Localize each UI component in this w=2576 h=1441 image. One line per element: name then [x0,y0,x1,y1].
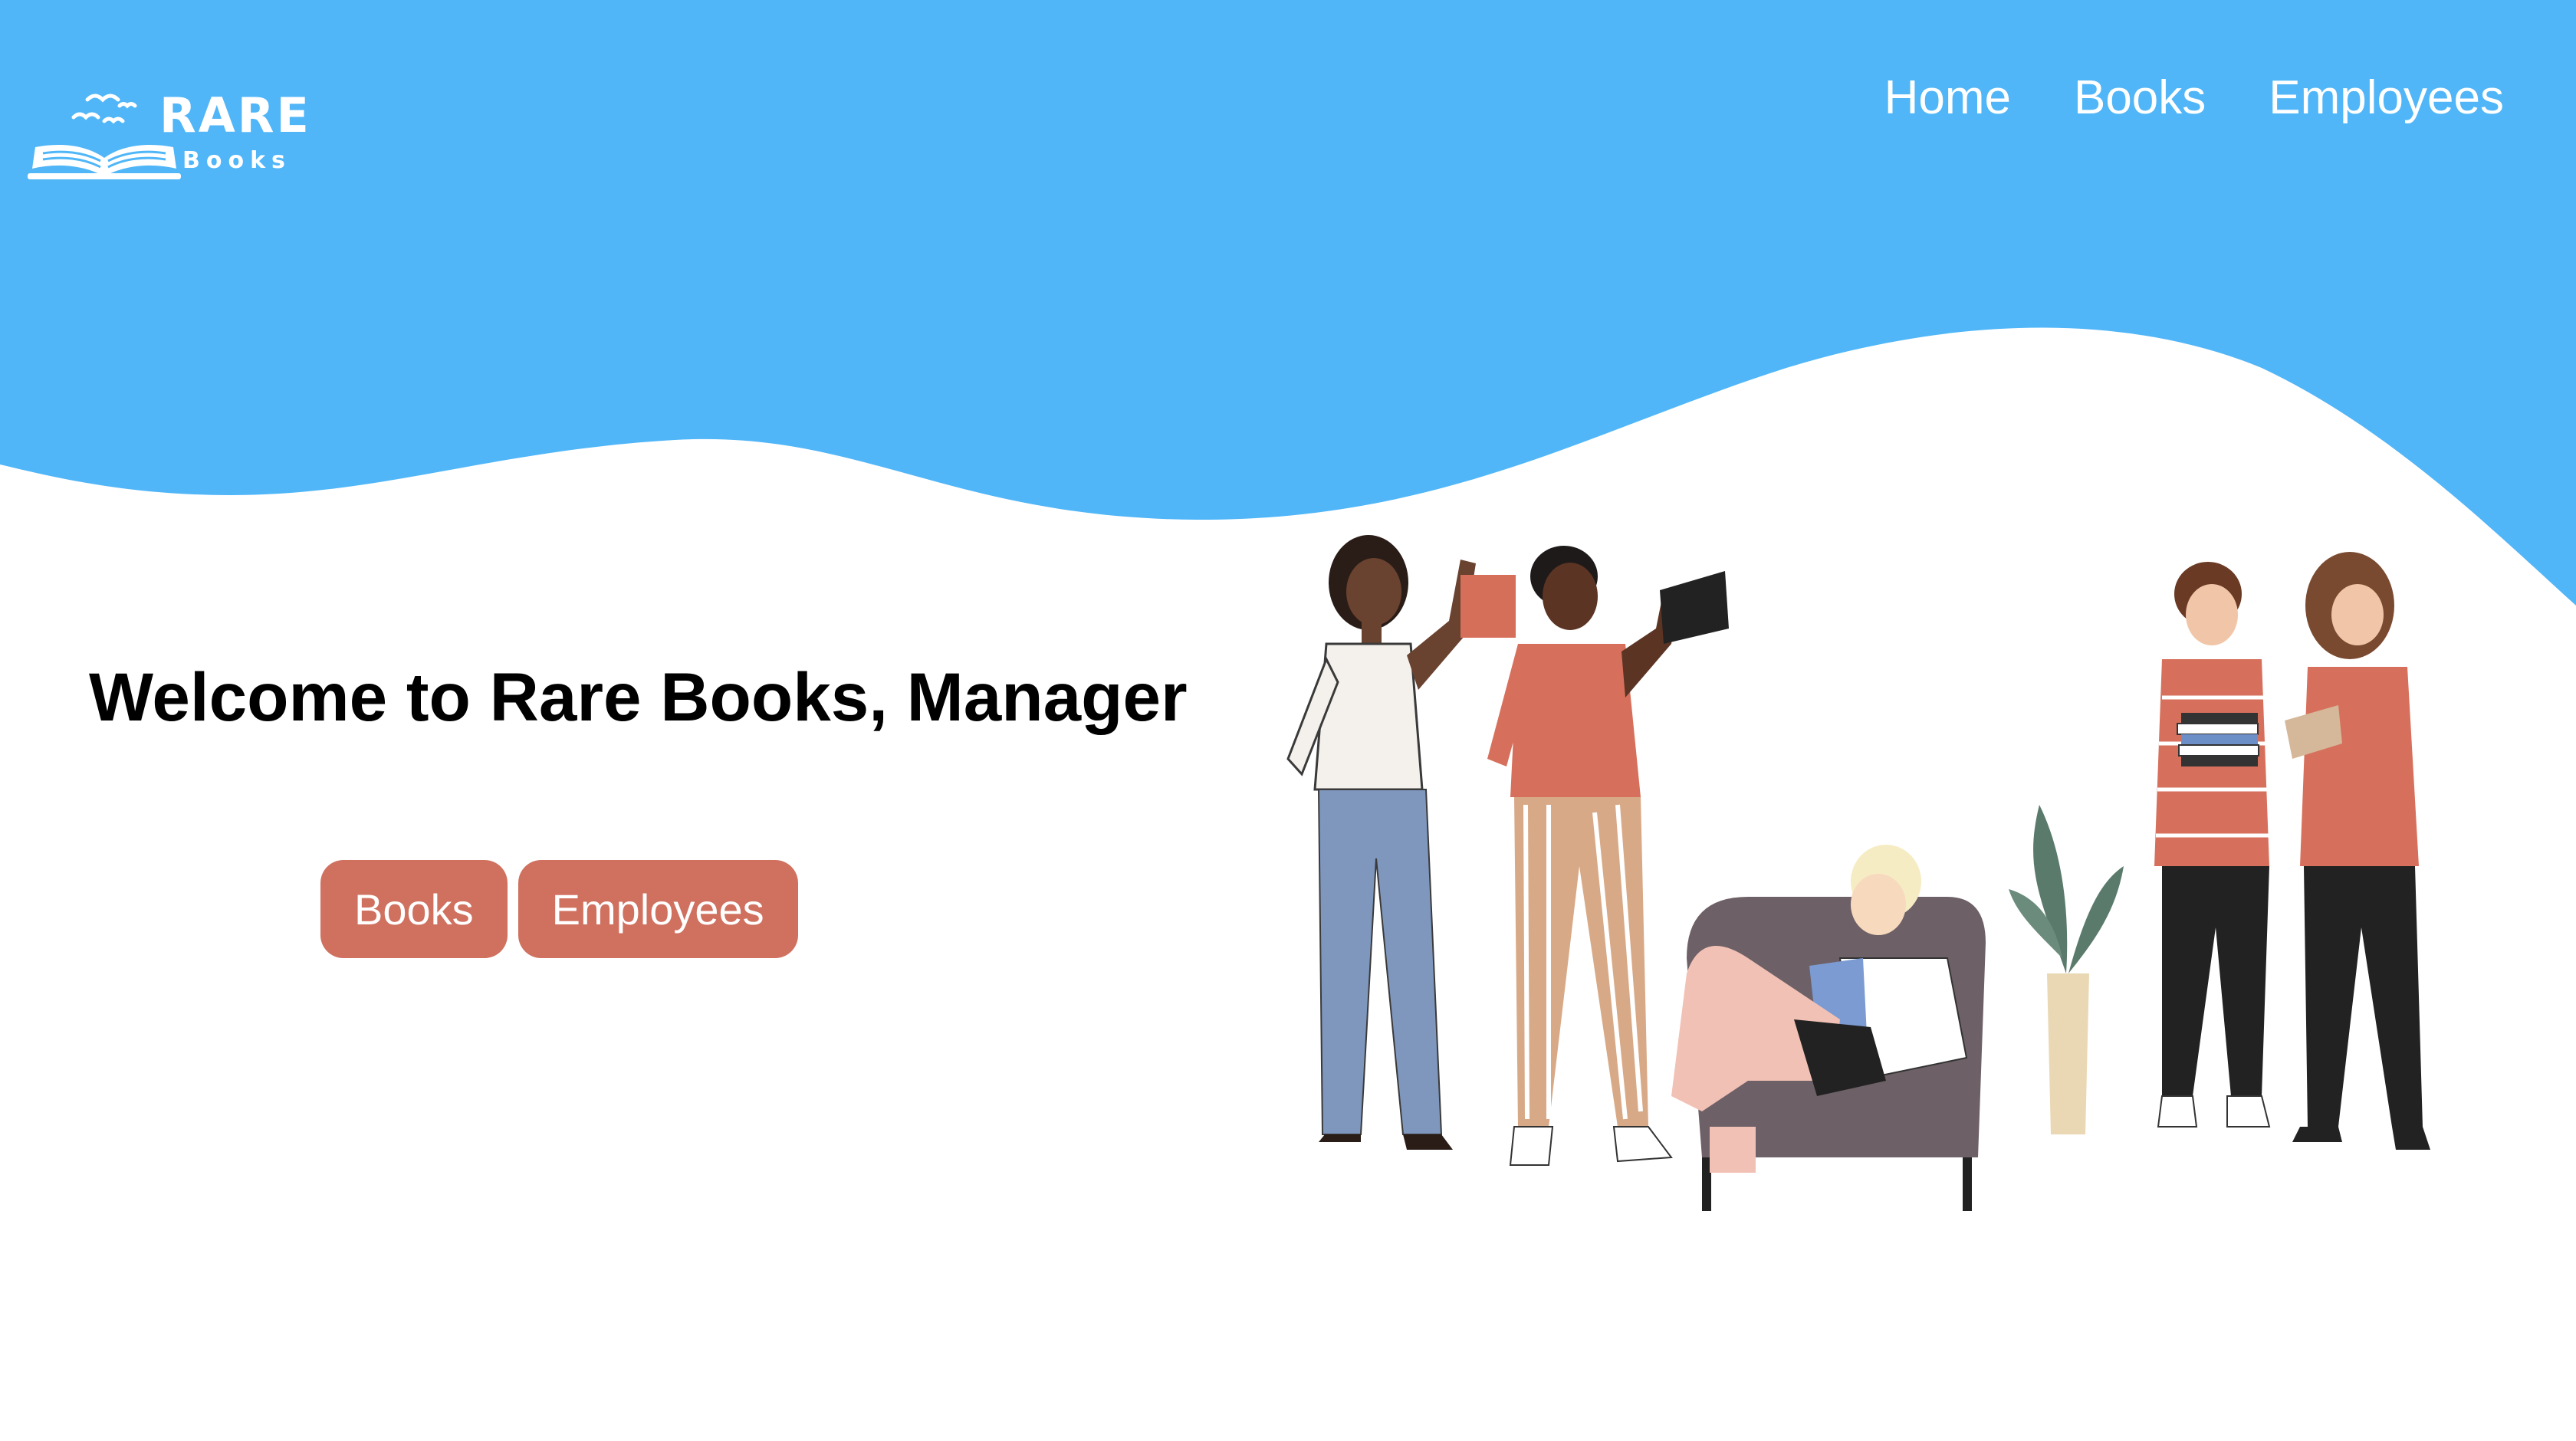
open-book-logo-icon [28,94,181,179]
books-button[interactable]: Books [320,860,508,958]
nav-employees-link[interactable]: Employees [2269,71,2504,125]
brand-subtitle: Books [182,147,291,174]
reader-figure-1 [1286,535,1516,1150]
cta-button-group: Books Employees [320,860,798,958]
brand-title: RARE [159,87,311,143]
welcome-heading: Welcome to Rare Books, Manager [89,658,1188,735]
brand-logo[interactable]: RARE Books [28,83,319,186]
page: RARE Books Home Books Employees Welcome … [0,0,2576,1441]
nav-home-link[interactable]: Home [1884,71,2011,125]
birds-icon [71,94,137,124]
employees-button[interactable]: Employees [518,860,798,958]
reader-figure-4 [2285,552,2430,1150]
seated-reader-figure [1671,845,1986,1211]
reader-figure-3 [2154,562,2271,1128]
people-reading-illustration [1286,535,2430,1211]
potted-plant [2009,805,2124,1134]
book-stack [2177,713,2259,766]
top-nav: Home Books Employees [1884,71,2504,125]
nav-books-link[interactable]: Books [2074,71,2206,125]
